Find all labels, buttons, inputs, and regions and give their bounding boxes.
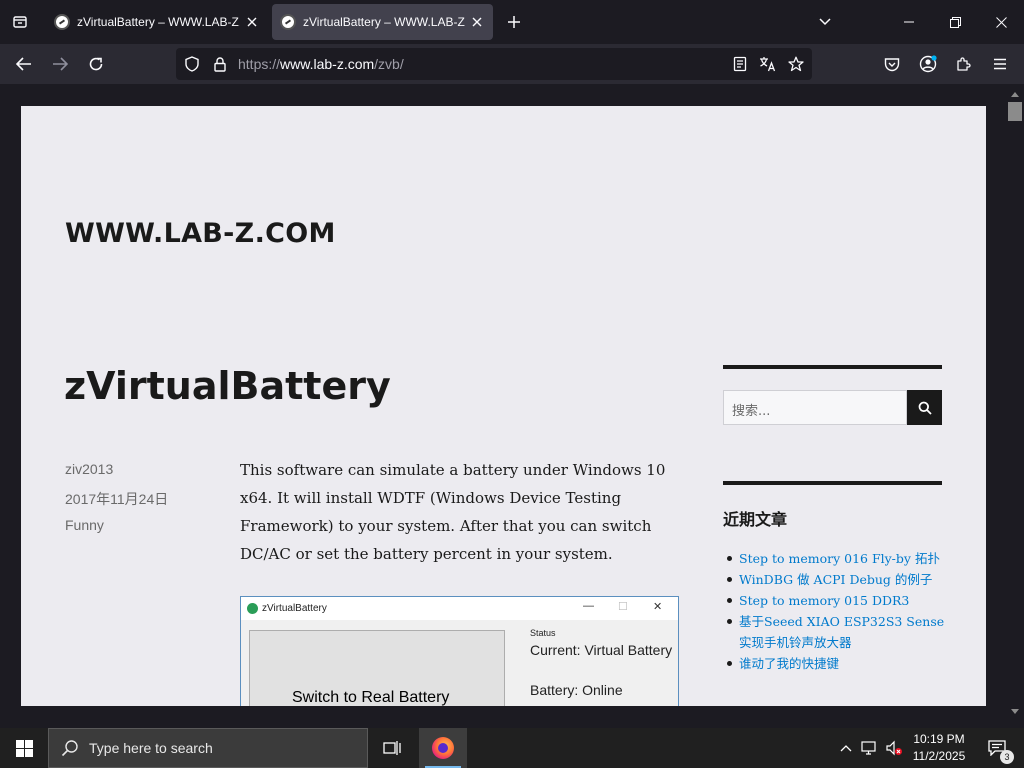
close-icon: ✕: [653, 601, 663, 613]
back-icon[interactable]: [10, 50, 38, 78]
post-date[interactable]: 2017年11月24日: [65, 489, 168, 509]
star-icon[interactable]: [786, 54, 806, 74]
plus-icon[interactable]: [502, 10, 526, 34]
recent-posts-list: Step to memory 016 Fly-by 拓扑 WinDBG 做 AC…: [723, 548, 945, 674]
close-icon[interactable]: [469, 14, 485, 30]
close-window-icon[interactable]: [984, 6, 1018, 38]
screenshot-body: Switch to Real Battery Status Current: V…: [241, 620, 678, 706]
restore-icon[interactable]: [938, 6, 972, 38]
screenshot-current-text: Current: Virtual Battery: [530, 642, 673, 658]
extensions-icon[interactable]: [950, 50, 978, 78]
scroll-up-icon[interactable]: [1011, 92, 1019, 97]
menu-icon[interactable]: [986, 50, 1014, 78]
page-content: WWW.LAB-Z.COM zVirtualBattery ziv2013 20…: [21, 106, 986, 706]
post-category[interactable]: Funny: [65, 517, 104, 533]
tray-chevron-up-icon[interactable]: [836, 738, 856, 758]
windows-start-icon[interactable]: [0, 728, 48, 768]
search-icon: [61, 740, 78, 757]
task-view-icon[interactable]: [372, 728, 412, 768]
account-icon[interactable]: [914, 50, 942, 78]
post-author[interactable]: ziv2013: [65, 461, 113, 477]
notification-center-icon[interactable]: 3: [980, 728, 1014, 768]
url-prefix: https://: [238, 56, 281, 72]
pocket-icon[interactable]: [878, 50, 906, 78]
widget-divider: [723, 481, 942, 485]
screenshot-battery-text: Battery: Online: [530, 682, 623, 698]
translate-icon[interactable]: [758, 54, 778, 74]
reload-icon[interactable]: [82, 50, 110, 78]
clock-date: 11/2/2025: [912, 749, 966, 763]
notification-count-badge: 3: [1000, 750, 1014, 764]
vertical-scrollbar[interactable]: [1006, 84, 1024, 722]
url-bar[interactable]: https://www.lab-z.com/zvb/: [176, 48, 812, 80]
recent-post-link[interactable]: Step to memory 016 Fly-by 拓扑: [723, 548, 945, 569]
sidebar-search-input[interactable]: 搜索...: [723, 390, 907, 425]
screenshot-window-title: zVirtualBattery: [262, 602, 327, 614]
recent-post-link[interactable]: 谁动了我的快捷键: [723, 653, 945, 674]
scroll-down-icon[interactable]: [1011, 709, 1019, 714]
nav-toolbar: https://www.lab-z.com/zvb/: [0, 44, 1024, 84]
tab-list-icon[interactable]: [4, 6, 36, 38]
entry-title: zVirtualBattery: [64, 364, 391, 408]
recent-posts-title: 近期文章: [723, 510, 788, 529]
widget-divider: [723, 365, 942, 369]
taskbar: Type here to search 10:19 PM 11/2/2025 3: [0, 728, 1024, 768]
page-viewport: WWW.LAB-Z.COM zVirtualBattery ziv2013 20…: [0, 84, 1006, 706]
site-favicon-icon: [280, 14, 296, 30]
screenshot-status-label: Status: [530, 628, 556, 638]
lock-icon[interactable]: [210, 54, 230, 74]
forward-icon[interactable]: [46, 50, 74, 78]
minimize-icon: —: [583, 600, 594, 612]
url-host: www.lab-z.com: [280, 56, 375, 72]
maximize-icon: ☐: [618, 601, 628, 613]
minimize-icon[interactable]: [892, 6, 926, 38]
shield-icon[interactable]: [182, 54, 202, 74]
entry-body: This software can simulate a battery und…: [240, 461, 666, 563]
app-screenshot-image: zVirtualBattery — ☐ ✕ Switch to Real Bat…: [240, 596, 679, 706]
reader-view-icon[interactable]: [730, 54, 750, 74]
app-icon: [247, 602, 258, 614]
network-icon[interactable]: [860, 738, 880, 758]
tab-bar: zVirtualBattery – WWW.LAB-Z.COM zVirtual…: [0, 0, 1024, 44]
chevron-down-icon[interactable]: [808, 6, 842, 38]
tab-1[interactable]: zVirtualBattery – WWW.LAB-Z.COM: [46, 4, 268, 40]
url-text[interactable]: https://www.lab-z.com/zvb/: [238, 56, 404, 72]
clock-time: 10:19 PM: [913, 732, 965, 746]
screenshot-button-label: Switch to Real Battery: [292, 689, 450, 706]
site-favicon-icon: [54, 14, 70, 30]
close-icon[interactable]: [244, 14, 260, 30]
url-path: /zvb/: [374, 56, 404, 72]
screenshot-switch-button: Switch to Real Battery: [249, 630, 505, 706]
taskbar-search-input[interactable]: Type here to search: [48, 728, 368, 768]
tab-title: zVirtualBattery – WWW.LAB-Z.COM: [303, 15, 465, 29]
screenshot-titlebar: zVirtualBattery: [241, 597, 678, 619]
firefox-icon: [432, 737, 454, 759]
search-icon[interactable]: [907, 390, 942, 425]
recent-post-link[interactable]: WinDBG 做 ACPI Debug 的例子: [723, 569, 945, 590]
recent-post-link[interactable]: 基于Seeed XIAO ESP32S3 Sense实现手机铃声放大器: [723, 611, 945, 653]
site-title[interactable]: WWW.LAB-Z.COM: [65, 218, 336, 249]
taskbar-search-placeholder: Type here to search: [89, 740, 213, 756]
firefox-taskbar-app[interactable]: [419, 728, 467, 768]
taskbar-clock[interactable]: 10:19 PM 11/2/2025: [908, 731, 970, 765]
recent-post-link[interactable]: Step to memory 015 DDR3: [723, 590, 945, 611]
volume-muted-icon[interactable]: [884, 738, 904, 758]
tab-title: zVirtualBattery – WWW.LAB-Z.COM: [77, 15, 240, 29]
scroll-thumb[interactable]: [1008, 102, 1022, 121]
tab-2-active[interactable]: zVirtualBattery – WWW.LAB-Z.COM: [272, 4, 493, 40]
